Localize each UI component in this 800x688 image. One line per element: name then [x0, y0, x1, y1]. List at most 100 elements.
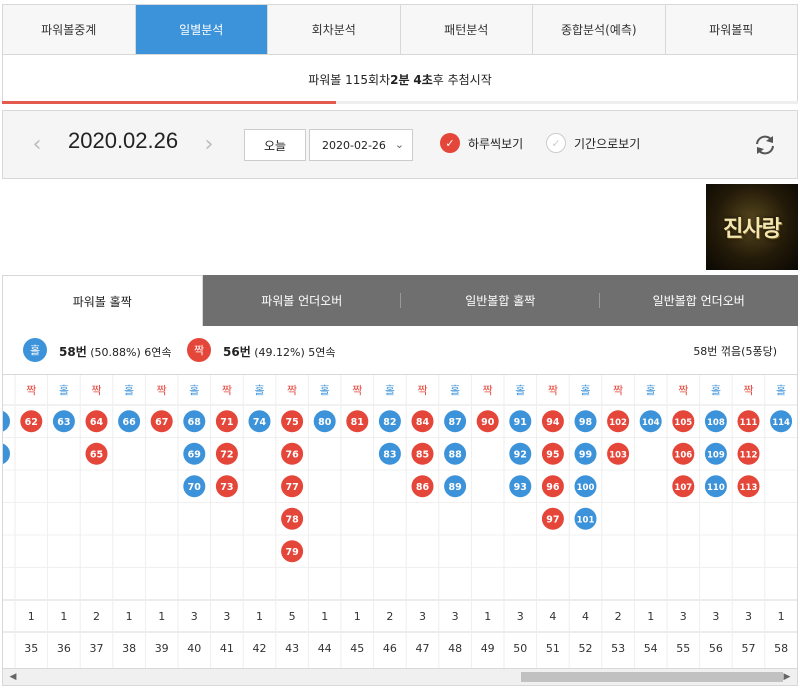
column-number: 46 [383, 642, 397, 655]
ball-number: 103 [609, 450, 627, 460]
column-number: 40 [187, 642, 201, 655]
ball-number: 65 [90, 449, 103, 460]
column-number: 50 [513, 642, 527, 655]
top-nav: 파워볼중계 일별분석 회차분석 패턴분석 종합분석(예측) 파워볼픽 [2, 4, 798, 54]
ball-number: 69 [188, 449, 201, 460]
tab-powerball-under-over[interactable]: 파워볼 언더오버 [202, 275, 401, 326]
column-number: 56 [709, 642, 723, 655]
ball-number: 63 [57, 417, 70, 428]
odd-even-summary: 홀 58번 (50.88%) 6연속 짝 56번 (49.12%) 5연속 58… [2, 326, 798, 374]
streak-count: 1 [647, 610, 654, 623]
column-number: 58 [774, 642, 788, 655]
ball-number: 67 [155, 417, 168, 428]
streak-count: 3 [419, 610, 426, 623]
ball-number: 102 [609, 418, 627, 428]
ball-number: 97 [546, 514, 559, 525]
odd-summary: 58번 (50.88%) 6연속 [59, 343, 172, 360]
column-header-odd: 홀 [320, 384, 330, 397]
flip-summary: 58번 꺾음(5퐁당) [693, 345, 777, 358]
column-number: 55 [676, 642, 690, 655]
analysis-tabs: 파워볼 홀짝 파워볼 언더오버 일반볼합 홀짝 일반볼합 언더오버 [2, 275, 798, 326]
ball-number: 82 [383, 417, 396, 428]
ball-number: 113 [740, 483, 758, 493]
ball-number: 62 [25, 417, 38, 428]
ball-number: 87 [448, 417, 461, 428]
odd-badge: 홀 [23, 338, 47, 362]
current-date: 2020.02.26 [68, 128, 179, 153]
column-header-even: 짝 [352, 384, 362, 397]
countdown-seconds: 4초 [413, 72, 433, 87]
column-header-even: 짝 [91, 384, 101, 397]
ball-number: 76 [285, 449, 299, 460]
tab-daily-analysis[interactable]: 일별분석 [135, 5, 268, 54]
countdown-progress-fill [2, 101, 337, 104]
tab-normal-sum-odd-even[interactable]: 일반볼합 홀짝 [401, 275, 600, 326]
column-header-odd: 홀 [385, 384, 395, 397]
column-header-even: 짝 [613, 384, 623, 397]
tab-powerball-pick[interactable]: 파워볼픽 [665, 5, 797, 54]
column-number: 41 [220, 642, 234, 655]
ball-number: 79 [285, 547, 298, 558]
arrow-left-icon[interactable]: ◀ [5, 670, 21, 684]
streak-count: 1 [778, 610, 785, 623]
streak-count: 2 [93, 610, 100, 623]
ball-number: 107 [674, 483, 692, 493]
odd-even-grid-svg: 짝62135홀63136짝6465237홀66138짝67139홀6869703… [3, 375, 797, 668]
streak-count: 3 [680, 610, 687, 623]
streak-count: 3 [745, 610, 752, 623]
scrollbar-thumb[interactable] [521, 672, 783, 682]
ball-number: 81 [351, 417, 364, 428]
ball-number: 93 [514, 482, 527, 493]
refresh-icon[interactable] [753, 133, 777, 157]
date-select[interactable]: 2020-02-26 ⌄ [309, 129, 413, 161]
ball-number: 89 [448, 482, 461, 493]
column-header-even: 짝 [548, 384, 558, 397]
streak-count: 1 [256, 610, 263, 623]
countdown-progress [2, 101, 798, 104]
ball-number: 100 [577, 483, 595, 493]
horizontal-scrollbar[interactable]: ◀ ▶ [2, 668, 798, 686]
arrow-right-icon[interactable]: ▶ [779, 670, 795, 684]
column-header-odd: 홀 [450, 384, 460, 397]
ball-number: 90 [481, 417, 495, 428]
ball-number: 104 [642, 418, 660, 428]
ball-number: 86 [416, 482, 430, 493]
tab-powerball-odd-even[interactable]: 파워볼 홀짝 [2, 275, 203, 326]
ball-number: 99 [579, 449, 592, 460]
column-number: 42 [253, 642, 267, 655]
column-number: 54 [644, 642, 658, 655]
column-header-even: 짝 [287, 384, 297, 397]
column-number: 49 [481, 642, 495, 655]
ball-odd [3, 411, 10, 432]
ad-banner[interactable]: 진사랑 [706, 184, 798, 270]
tab-normal-sum-under-over[interactable]: 일반볼합 언더오버 [599, 275, 798, 326]
tab-round-analysis[interactable]: 회차분석 [268, 5, 401, 54]
column-number: 45 [350, 642, 364, 655]
ball-number: 68 [188, 417, 202, 428]
column-header-odd: 홀 [776, 384, 786, 397]
tab-total-analysis[interactable]: 종합분석(예측) [533, 5, 666, 54]
streak-count: 1 [28, 610, 35, 623]
ball-number: 98 [579, 417, 593, 428]
chevron-left-icon[interactable]: ‹ [27, 131, 47, 159]
column-number: 38 [122, 642, 136, 655]
countdown-suffix: 후 추첨시작 [432, 72, 492, 87]
column-header-even: 짝 [417, 384, 427, 397]
ball-number: 84 [416, 417, 430, 428]
ball-number: 70 [188, 482, 202, 493]
tab-pattern-analysis[interactable]: 패턴분석 [400, 5, 533, 54]
column-number: 43 [285, 642, 299, 655]
ball-number: 111 [740, 418, 758, 428]
column-number: 36 [57, 642, 71, 655]
column-number: 52 [579, 642, 593, 655]
chevron-right-icon[interactable]: › [199, 131, 219, 159]
streak-count: 3 [191, 610, 198, 623]
tab-powerball-live[interactable]: 파워볼중계 [3, 5, 136, 54]
ball-number: 109 [707, 450, 725, 460]
column-header-even: 짝 [26, 384, 36, 397]
period-view-radio[interactable]: ✓ 기간으로보기 [546, 133, 640, 153]
today-button[interactable]: 오늘 [244, 129, 306, 161]
date-select-value: 2020-02-26 [322, 138, 386, 152]
daily-view-radio[interactable]: ✓ 하루씩보기 [440, 133, 523, 153]
draw-countdown: 파워볼 115회차 2분 4초 후 추첨시작 [2, 54, 798, 104]
